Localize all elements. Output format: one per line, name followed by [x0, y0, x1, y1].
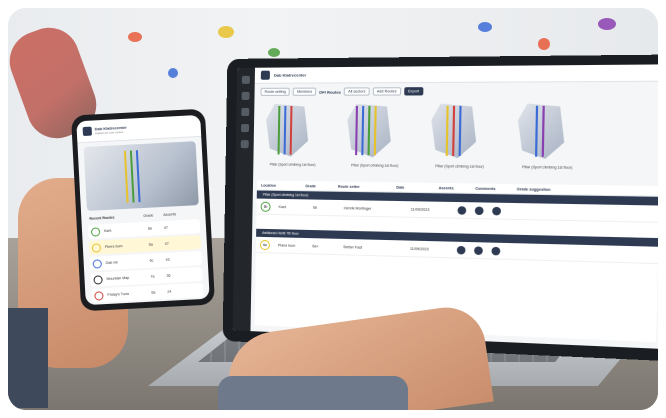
grade-badge: 6b — [260, 201, 271, 212]
add-routes-button[interactable]: Add Routes — [372, 87, 401, 96]
route-grade: 6b — [313, 205, 318, 210]
toolbar: Route setting Members DFI Routes All sec… — [260, 87, 424, 96]
smartphone: Dab Klatrecenter Added 10 new routes Rec… — [70, 108, 216, 312]
laptop-app: Dab Klatrecenter Route setting Members D… — [232, 64, 658, 349]
comments-button[interactable] — [474, 206, 484, 215]
route-date: 11/09/2023 — [410, 206, 430, 212]
route-name: Mountain Map — [106, 275, 130, 281]
members-icon[interactable] — [241, 107, 250, 117]
sector-filter[interactable]: All sectors — [344, 87, 370, 96]
ascents-button[interactable] — [457, 205, 467, 215]
route-name: Dab nix — [105, 260, 118, 266]
route-name: Kant — [278, 204, 287, 209]
col-ascents[interactable]: Ascents — [439, 186, 469, 191]
photo-frame: Dab Klatrecenter Route setting Members D… — [8, 8, 658, 410]
col-grade-suggestion[interactable]: Grade suggestion — [517, 187, 551, 192]
phone-wall-preview[interactable] — [83, 141, 199, 211]
route-card[interactable]: Pillar (Sport climbing 1st floor) — [338, 102, 402, 168]
route-grade: 7a — [150, 274, 155, 279]
section-title: DFI Routes — [319, 89, 342, 95]
col-ascents: Ascents — [163, 212, 177, 217]
export-button[interactable]: Export — [403, 87, 424, 96]
route-ascents: 24 — [167, 289, 172, 294]
route-grade: 6a+ — [312, 243, 319, 248]
route-name: Pierre bum — [104, 244, 123, 250]
ascents-button[interactable] — [456, 245, 466, 255]
grade-ring — [93, 274, 103, 285]
route-card[interactable]: Pillar (Sport climbing 1st floor) — [257, 102, 319, 167]
right-sleeve — [218, 376, 408, 410]
route-ascents: 47 — [163, 225, 169, 230]
route-setter: Stefan Fast — [343, 244, 363, 250]
route-card-label: Pillar (Sport climbing 1st floor) — [269, 162, 316, 167]
grade-ring — [92, 258, 102, 269]
route-card-strip: Pillar (Sport climbing 1st floor) Pillar… — [257, 101, 658, 177]
app-side-rail — [232, 67, 256, 332]
route-setter: Henrik Mortinger — [343, 205, 372, 211]
route-grade: 6c — [149, 258, 154, 263]
grade-suggestion-button[interactable] — [492, 206, 502, 215]
route-name: Plane bum — [277, 242, 296, 248]
phone-header: Dab Klatrecenter Added 10 new routes — [76, 114, 202, 144]
grade-ring — [90, 226, 101, 237]
routes-icon[interactable] — [241, 91, 250, 100]
grade-suggestion-button[interactable] — [491, 246, 501, 255]
grade-ring — [91, 242, 102, 253]
col-grade[interactable]: Grade — [305, 184, 332, 188]
route-card[interactable]: Pillar (Sport climbing 1st floor) — [508, 101, 576, 170]
phone-subtitle: Added 10 new routes — [94, 129, 124, 136]
route-name: Friday's Tuna — [107, 291, 129, 297]
app-topbar: Dab Klatrecenter — [254, 64, 658, 84]
col-grade: Grade — [143, 213, 154, 218]
col-route-setter[interactable]: Route setter — [338, 184, 390, 189]
left-sleeve — [8, 308, 48, 408]
tab-route-setting[interactable]: Route setting — [260, 87, 290, 96]
route-ascents: 43 — [165, 257, 170, 262]
col-date[interactable]: Date — [396, 185, 432, 190]
route-card-label: Pillar (Sport climbing 1st floor) — [351, 163, 399, 168]
comments-button[interactable] — [474, 245, 483, 255]
route-ascents: 36 — [166, 273, 171, 278]
route-date: 11/09/2023 — [409, 246, 429, 251]
recent-routes-label: Recent Routes — [89, 215, 115, 221]
logo-icon — [82, 126, 93, 137]
route-card-label: Pillar (Sport climbing 1st floor) — [435, 164, 484, 169]
phone-app: Dab Klatrecenter Added 10 new routes Rec… — [76, 114, 210, 306]
settings-icon[interactable] — [240, 140, 249, 149]
route-grade: 6a — [151, 290, 156, 295]
route-grade: 6a — [148, 242, 153, 247]
route-grade: 6b — [147, 226, 153, 231]
route-ascents: 47 — [164, 241, 169, 246]
route-name: Kant — [103, 228, 112, 234]
route-card[interactable]: Pillar (Sport climbing 1st floor) — [422, 102, 488, 169]
grade-badge: 6a — [259, 239, 271, 250]
stats-icon[interactable] — [240, 124, 250, 133]
logo-icon — [260, 70, 270, 80]
menu-icon[interactable] — [241, 75, 250, 84]
app-name: Dab Klatrecenter — [273, 72, 307, 78]
col-comments[interactable]: Comments — [475, 186, 510, 191]
route-card-label: Pillar (Sport climbing 1st floor) — [521, 165, 573, 170]
grade-ring — [94, 290, 104, 301]
tab-members[interactable]: Members — [292, 87, 317, 96]
col-location[interactable]: Location — [261, 183, 299, 188]
